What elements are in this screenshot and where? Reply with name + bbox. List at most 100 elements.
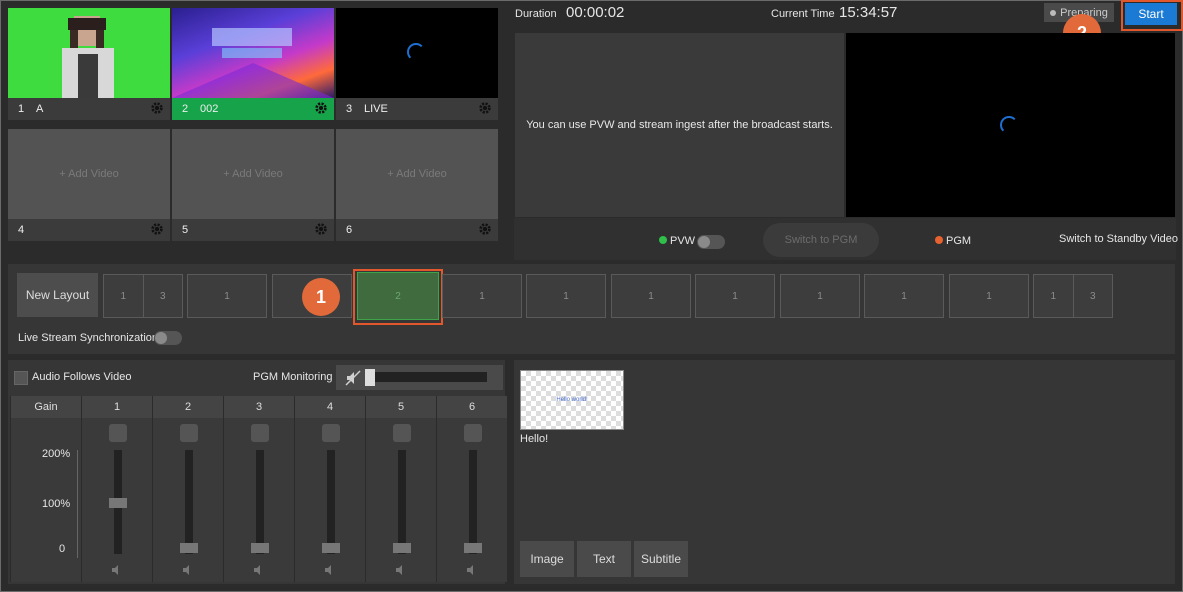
pgm-dot-icon — [935, 236, 943, 244]
speaker-icon[interactable] — [182, 564, 194, 576]
source-thumbnail-green — [8, 8, 170, 98]
monitor-volume-track[interactable] — [368, 372, 487, 382]
gear-icon[interactable] — [478, 222, 492, 236]
layout-cell-1[interactable]: 13 — [103, 274, 183, 318]
audio-follows-checkbox[interactable] — [14, 371, 28, 385]
channel-header: 3 — [224, 396, 294, 418]
channel-strip-5: 5 — [365, 396, 436, 582]
channel-strip-2: 2 — [152, 396, 223, 582]
source-tile-6[interactable]: + Add Video 6 — [336, 129, 498, 241]
monitor-volume-knob[interactable] — [365, 369, 375, 386]
overlay-thumb-text: Hello world! — [556, 397, 588, 403]
switch-standby-link[interactable]: Switch to Standby Video — [1059, 233, 1178, 245]
source-bar-3: 3 LIVE — [336, 98, 498, 120]
channel-fader-knob[interactable] — [109, 498, 127, 508]
add-video-button[interactable]: + Add Video — [172, 129, 334, 219]
channel-fader-knob[interactable] — [180, 543, 198, 553]
channel-strip-6: 6 — [436, 396, 507, 582]
source-number: 6 — [346, 224, 353, 236]
source-bar-6: 6 — [336, 219, 498, 241]
speaker-icon[interactable] — [111, 564, 123, 576]
source-label: 002 — [200, 103, 219, 115]
muted-speaker-icon[interactable] — [345, 370, 361, 386]
source-tile-5[interactable]: + Add Video 5 — [172, 129, 334, 241]
gear-icon[interactable] — [314, 101, 328, 115]
channel-fader-knob[interactable] — [322, 543, 340, 553]
layout-cell-7[interactable]: 1 — [611, 274, 691, 318]
pvw-label: PVW — [670, 235, 696, 247]
source-tile-1[interactable]: 1 A — [8, 8, 170, 120]
layout-pane: 1 — [901, 290, 907, 302]
switch-to-pgm-button[interactable]: Switch to PGM — [763, 223, 879, 257]
headphone-icon[interactable] — [322, 424, 340, 442]
source-number: 5 — [182, 224, 189, 236]
source-label: A — [36, 103, 44, 115]
gear-icon[interactable] — [150, 101, 164, 115]
source-tile-4[interactable]: + Add Video 4 — [8, 129, 170, 241]
source-tile-3[interactable]: 3 LIVE — [336, 8, 498, 120]
start-button[interactable]: Start — [1125, 3, 1177, 25]
pgm-monitoring-control — [336, 365, 503, 390]
speaker-icon[interactable] — [253, 564, 265, 576]
channel-fader-track[interactable] — [256, 450, 264, 554]
pvw-toggle[interactable] — [697, 235, 725, 249]
channel-fader-knob[interactable] — [464, 543, 482, 553]
loading-spinner-icon — [1000, 116, 1018, 134]
layout-pane: 1 — [817, 290, 823, 302]
channel-fader-knob[interactable] — [393, 543, 411, 553]
headphone-icon[interactable] — [109, 424, 127, 442]
channel-fader-track[interactable] — [185, 450, 193, 554]
channel-header: 5 — [366, 396, 436, 418]
headphone-icon[interactable] — [251, 424, 269, 442]
gear-icon[interactable] — [314, 222, 328, 236]
speaker-icon[interactable] — [466, 564, 478, 576]
source-thumbnail-live — [336, 8, 498, 98]
gain-scale: 200% 100% 0 — [11, 418, 81, 582]
headphone-icon[interactable] — [464, 424, 482, 442]
gain-column: Gain 200% 100% 0 — [10, 396, 81, 582]
duration-value: 00:00:02 — [566, 4, 625, 21]
duration-label: Duration — [515, 8, 557, 20]
gear-icon[interactable] — [150, 222, 164, 236]
headphone-icon[interactable] — [393, 424, 411, 442]
channel-header: 6 — [437, 396, 507, 418]
source-tile-2[interactable]: 2 002 — [172, 8, 334, 120]
channel-fader-track[interactable] — [469, 450, 477, 554]
layout-cell-active[interactable]: 2 — [357, 272, 439, 320]
layout-cell-8[interactable]: 1 — [695, 274, 775, 318]
text-button[interactable]: Text — [577, 541, 631, 577]
channel-fader-track[interactable] — [327, 450, 335, 554]
channel-fader-track[interactable] — [398, 450, 406, 554]
gear-icon[interactable] — [478, 101, 492, 115]
speaker-icon[interactable] — [395, 564, 407, 576]
source-bar-4: 4 — [8, 219, 170, 241]
layout-cell-10[interactable]: 1 — [864, 274, 944, 318]
subtitle-button[interactable]: Subtitle — [634, 541, 688, 577]
image-button[interactable]: Image — [520, 541, 574, 577]
live-sync-label: Live Stream Synchronization — [18, 332, 159, 344]
overlay-thumbnail[interactable]: Hello world! — [520, 370, 624, 430]
pgm-label: PGM — [946, 235, 972, 247]
new-layout-button[interactable]: New Layout — [17, 273, 98, 317]
layout-cell-9[interactable]: 1 — [780, 274, 860, 318]
channel-header: 2 — [153, 396, 223, 418]
headphone-icon[interactable] — [180, 424, 198, 442]
layout-cell-6[interactable]: 1 — [526, 274, 606, 318]
layout-pane: 1 — [732, 290, 738, 302]
channel-strip-3: 3 — [223, 396, 294, 582]
speaker-icon[interactable] — [324, 564, 336, 576]
channel-fader-knob[interactable] — [251, 543, 269, 553]
layout-pane: 1 — [479, 290, 485, 302]
layout-cell-5[interactable]: 1 — [442, 274, 522, 318]
callout-badge-1: 1 — [302, 278, 340, 316]
layout-cell-12[interactable]: 13 — [1033, 274, 1113, 318]
add-video-button[interactable]: + Add Video — [8, 129, 170, 219]
source-number: 3 — [346, 103, 353, 115]
live-sync-toggle[interactable] — [154, 331, 182, 345]
add-video-button[interactable]: + Add Video — [336, 129, 498, 219]
source-number: 2 — [182, 103, 189, 115]
scale-label: 0 — [59, 543, 66, 555]
layout-cell-11[interactable]: 1 — [949, 274, 1029, 318]
layout-cell-2[interactable]: 1 — [187, 274, 267, 318]
source-label: LIVE — [364, 103, 388, 115]
